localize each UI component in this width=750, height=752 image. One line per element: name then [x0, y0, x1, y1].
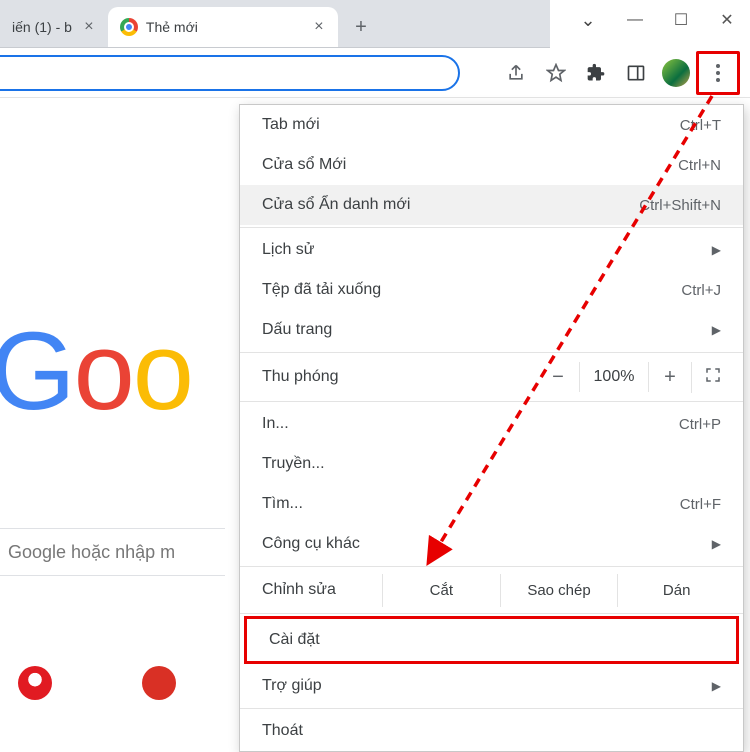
menu-item-zoom: Thu phóng − 100% + [240, 355, 743, 399]
menu-item-help[interactable]: Trợ giúp ▶ [240, 666, 743, 706]
zoom-out-button[interactable]: − [537, 366, 579, 389]
menu-separator [240, 352, 743, 353]
menu-item-history[interactable]: Lịch sử ▶ [240, 230, 743, 270]
sidepanel-icon[interactable] [616, 53, 656, 93]
menu-item-new-tab[interactable]: Tab mới Ctrl+T [240, 105, 743, 145]
tab-active[interactable]: Thẻ mới × [108, 7, 338, 47]
highlight-box-settings: Cài đặt [244, 616, 739, 664]
tab-strip: iến (1) - b × Thẻ mới × + [0, 0, 550, 48]
address-bar[interactable] [0, 55, 460, 91]
share-icon[interactable] [496, 53, 536, 93]
zoom-value: 100% [579, 362, 649, 392]
minimize-button[interactable]: — [612, 0, 658, 40]
search-box-placeholder[interactable]: Google hoặc nhập m [0, 528, 225, 576]
menu-item-downloads[interactable]: Tệp đã tải xuống Ctrl+J [240, 270, 743, 310]
search-hint-text: Google hoặc nhập m [8, 542, 175, 563]
menu-item-settings[interactable]: Cài đặt [247, 619, 736, 661]
chrome-menu: Tab mới Ctrl+T Cửa sổ Mới Ctrl+N Cửa sổ … [239, 104, 744, 752]
extensions-icon[interactable] [576, 53, 616, 93]
profile-avatar[interactable] [662, 59, 690, 87]
menu-item-cast[interactable]: Truyền... [240, 444, 743, 484]
menu-item-incognito[interactable]: Cửa sổ Ẩn danh mới Ctrl+Shift+N [240, 185, 743, 225]
close-icon[interactable]: × [80, 18, 98, 36]
menu-separator [240, 613, 743, 614]
menu-separator [240, 566, 743, 567]
fullscreen-button[interactable] [691, 362, 733, 393]
pinned-shortcut[interactable] [18, 666, 52, 700]
new-tab-button[interactable]: + [344, 10, 378, 44]
kebab-icon [716, 64, 720, 82]
window-controls: ⌄ — ☐ ✕ [564, 0, 750, 40]
chevron-right-icon: ▶ [712, 679, 721, 693]
menu-separator [240, 227, 743, 228]
tab-title: Thẻ mới [146, 19, 302, 35]
edit-cut-button[interactable]: Cắt [382, 574, 500, 607]
menu-item-edit: Chỉnh sửa Cắt Sao chép Dán [240, 569, 743, 611]
tab-inactive[interactable]: iến (1) - b × [0, 7, 108, 47]
menu-item-more-tools[interactable]: Công cụ khác ▶ [240, 524, 743, 564]
chevron-right-icon: ▶ [712, 323, 721, 337]
maximize-button[interactable]: ☐ [658, 0, 704, 40]
zoom-in-button[interactable]: + [649, 366, 691, 389]
menu-separator [240, 401, 743, 402]
close-window-button[interactable]: ✕ [704, 0, 750, 40]
chevron-right-icon: ▶ [712, 243, 721, 257]
pinned-shortcut[interactable] [142, 666, 176, 700]
menu-separator [240, 708, 743, 709]
bookmark-star-icon[interactable] [536, 53, 576, 93]
menu-item-exit[interactable]: Thoát [240, 711, 743, 751]
tab-title: iến (1) - b [12, 19, 72, 35]
chevron-right-icon: ▶ [712, 537, 721, 551]
toolbar [0, 48, 750, 98]
google-logo: Goo [0, 308, 192, 435]
menu-item-bookmarks[interactable]: Dấu trang ▶ [240, 310, 743, 350]
menu-item-print[interactable]: In... Ctrl+P [240, 404, 743, 444]
menu-item-new-window[interactable]: Cửa sổ Mới Ctrl+N [240, 145, 743, 185]
chrome-menu-button[interactable] [696, 51, 740, 95]
edit-paste-button[interactable]: Dán [617, 574, 735, 607]
edit-copy-button[interactable]: Sao chép [500, 574, 618, 607]
window-dropdown-icon[interactable]: ⌄ [564, 0, 612, 40]
chrome-icon [120, 18, 138, 36]
pinned-shortcuts [18, 666, 176, 700]
close-icon[interactable]: × [310, 18, 328, 36]
menu-item-find[interactable]: Tìm... Ctrl+F [240, 484, 743, 524]
